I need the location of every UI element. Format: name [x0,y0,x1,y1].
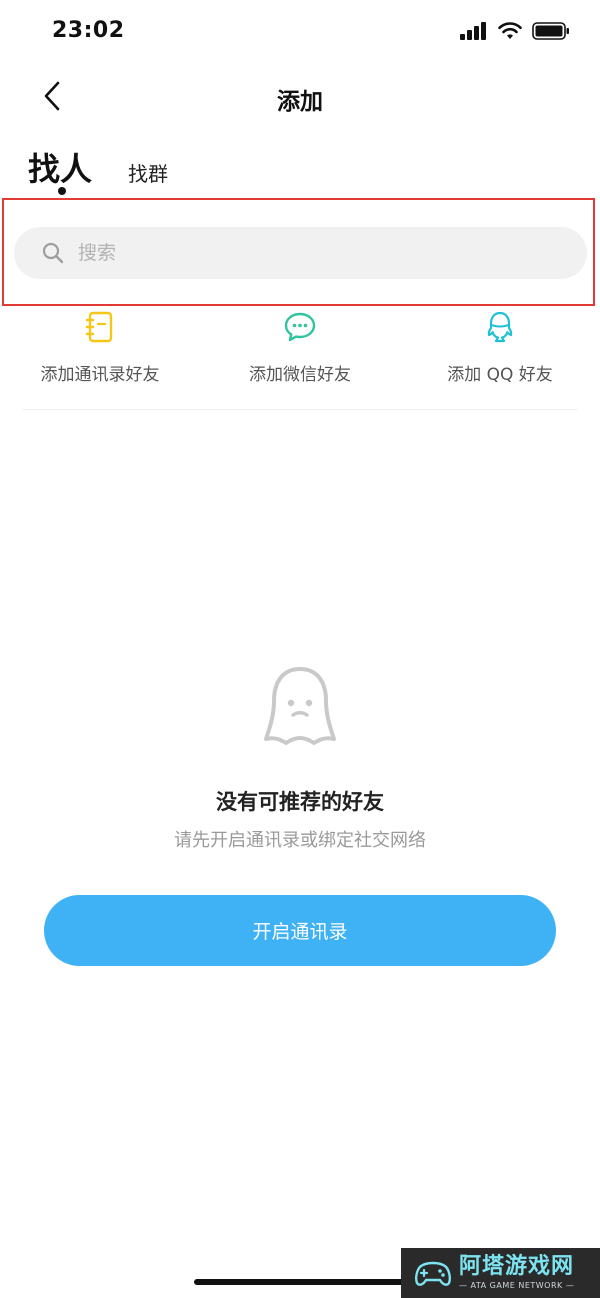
home-indicator[interactable] [194,1279,406,1285]
add-qq-friends-button[interactable]: 添加 QQ 好友 [447,310,553,385]
status-icons [460,22,570,40]
watermark-title: 阿塔游戏网 [459,1254,575,1279]
page-title: 添加 [277,89,323,115]
section-divider [22,409,578,410]
ghost-icon [264,667,336,745]
watermark-logo: 阿塔游戏网 — ATA GAME NETWORK — [401,1248,600,1298]
contacts-book-icon [85,311,113,343]
tab-find-group[interactable]: 找群 [128,158,168,187]
search-icon [42,242,64,264]
empty-state-title: 没有可推荐的好友 [216,790,384,814]
tab-find-people[interactable]: 找人 [28,144,92,190]
active-tab-indicator [58,187,66,195]
search-input[interactable] [76,241,540,265]
add-contacts-friends-label: 添加通讯录好友 [40,365,160,385]
qq-penguin-icon [487,311,513,343]
search-bar[interactable] [14,227,587,279]
add-wechat-friends-label: 添加微信好友 [249,365,351,385]
battery-icon [532,22,569,40]
gamepad-logo-icon [415,1261,451,1286]
empty-state-subtitle: 请先开启通讯录或绑定社交网络 [174,830,426,851]
status-time: 23:02 [52,18,125,43]
watermark-subtitle: — ATA GAME NETWORK — [459,1281,575,1290]
add-qq-friends-label: 添加 QQ 好友 [447,365,553,385]
enable-contacts-button[interactable]: 开启通讯录 [44,895,556,966]
add-contacts-friends-button[interactable]: 添加通讯录好友 [38,310,162,385]
add-wechat-friends-button[interactable]: 添加微信好友 [246,310,354,385]
wifi-icon [498,22,522,39]
wechat-icon [284,312,316,342]
signal-icon [460,22,486,40]
